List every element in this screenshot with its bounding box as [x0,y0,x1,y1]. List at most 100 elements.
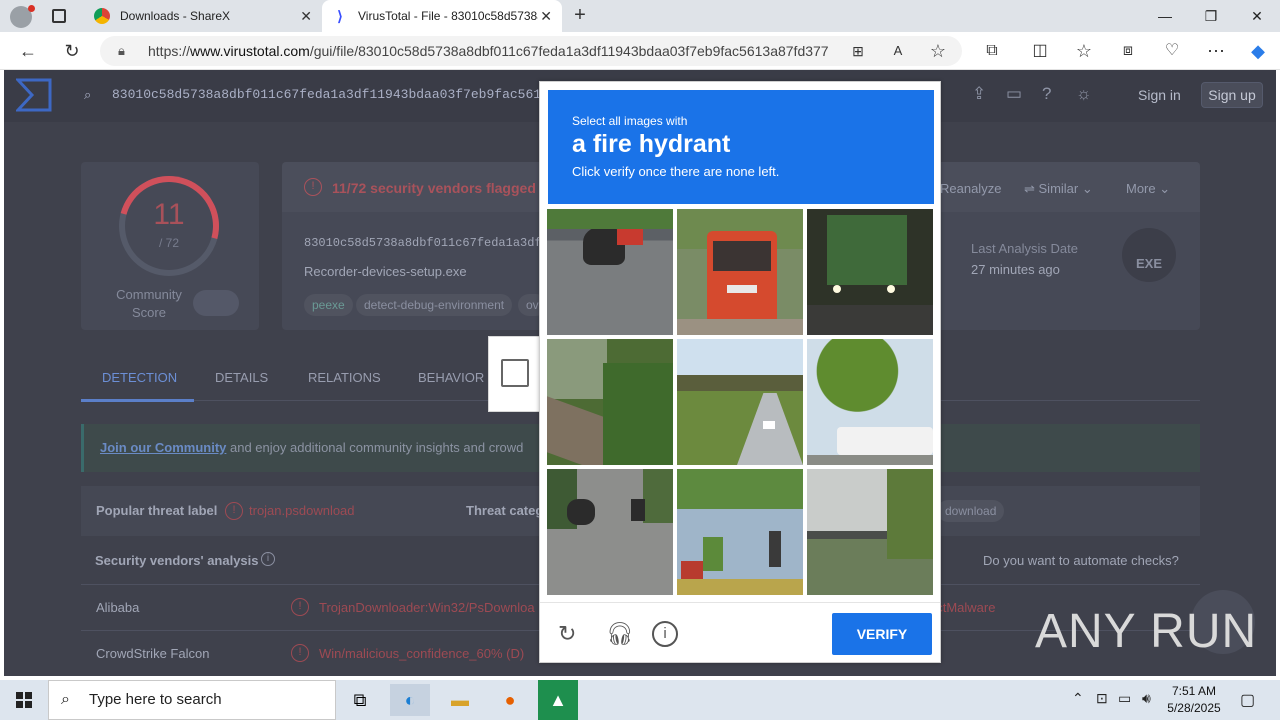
similar-button[interactable]: ⇌ Similar ⌄ [1024,181,1093,197]
back-icon[interactable]: ← [14,38,42,64]
chrome-icon [94,8,110,24]
tab-actions-icon[interactable] [52,9,66,23]
search-icon: ⌕ [61,691,70,708]
community-vote-toggle[interactable] [193,290,239,316]
detections-count: 11 [153,198,185,231]
captcha-tile-bins-cyclist[interactable] [677,469,803,595]
more-button[interactable]: More ⌄ [1126,181,1170,197]
tab-detection[interactable]: DETECTION [102,370,177,385]
file-hash[interactable]: 83010c58d5738a8dbf011c67feda1a3df1 [304,236,549,250]
reanalyze-button[interactable]: Reanalyze [940,181,1001,196]
verify-button[interactable]: VERIFY [832,613,932,655]
popular-threat-value[interactable]: trojan.psdownload [249,503,355,518]
captcha-tile-bus[interactable] [677,209,803,335]
url-prefix: https:// [148,43,191,59]
windows-logo-icon [16,692,32,708]
taskbar-search-box[interactable]: ⌕ Type here to search [48,680,336,720]
start-button[interactable] [0,680,48,720]
tray-app-icon[interactable]: ⊡ [1096,690,1108,707]
captcha-tile-street-bikes[interactable] [547,469,673,595]
file-explorer-icon[interactable]: ▬ [440,684,480,716]
info-icon[interactable]: i [652,621,678,647]
captcha-tile-bus-trees[interactable] [807,339,933,465]
browser-essentials-icon[interactable]: ♡ [1158,38,1186,64]
audio-challenge-icon[interactable]: 🎧︎ [606,621,634,647]
sign-in-link[interactable]: Sign in [1138,87,1181,103]
tag-chip[interactable]: peexe [304,294,353,316]
address-bar[interactable]: https://www.virustotal.com/gui/file/8301… [100,36,962,66]
vendor-name: Alibaba [96,600,140,615]
clock-time: 7:51 AM [1171,684,1217,698]
tag-chip[interactable]: detect-debug-environment [356,294,513,316]
vendors-analysis-label: Security vendors' analysis [95,553,259,568]
alert-icon: ! [291,598,309,616]
virustotal-logo-icon[interactable] [16,78,52,112]
taskbar-clock[interactable]: 7:51 AM 5/28/2025 [1164,683,1224,717]
new-tab-button[interactable]: + [568,4,592,28]
taskbar-search-placeholder: Type here to search [89,691,222,708]
favorite-star-icon[interactable]: ☆ [924,38,952,64]
browser-tab-bar: Downloads - ShareX ✕ ⟩ VirusTotal - File… [0,0,1280,32]
tab-relations[interactable]: RELATIONS [308,370,381,385]
community-banner-text: Join our Community and enjoy additional … [100,440,523,455]
sign-up-button[interactable]: Sign up [1201,82,1263,108]
minimize-button[interactable]: — [1142,0,1188,32]
vendor-result: TrojanDownloader:Win32/PsDownloa [319,600,535,615]
profile-notification-dot [28,5,35,12]
edge-taskbar-icon[interactable]: ◐ [390,684,430,716]
help-icon[interactable]: ? [1042,84,1051,104]
info-icon[interactable]: i [261,552,275,566]
settings-more-icon[interactable]: ⋯ [1202,38,1230,64]
active-tab-indicator [81,399,194,402]
close-tab-icon[interactable]: ✕ [300,8,312,25]
tab-behavior[interactable]: BEHAVIOR [418,370,484,385]
captcha-target: a fire hydrant [572,130,731,158]
family-tag[interactable]: download [937,500,1005,522]
captcha-tile-truck[interactable] [807,209,933,335]
lock-icon: 🔒︎ [118,43,125,58]
notification-center-icon[interactable]: ▢ [1240,690,1255,710]
firefox-icon[interactable]: ● [490,684,530,716]
notifications-icon[interactable]: ▭ [1006,84,1022,104]
tab-virustotal[interactable]: ⟩ VirusTotal - File - 83010c58d5738a ✕ [322,0,562,32]
reload-icon[interactable]: ↻ [58,38,86,64]
captcha-tile-river-bridge[interactable] [807,469,933,595]
network-icon[interactable]: ▭ [1118,690,1131,707]
copilot-icon[interactable]: ◆ [1244,38,1272,64]
automate-checks-link[interactable]: Do you want to automate checks? [983,553,1179,568]
captcha-instruction: Select all images with [572,114,688,128]
refresh-icon[interactable]: ↻ [558,621,576,647]
app-available-icon[interactable]: ⊞ [844,38,872,64]
restore-button[interactable]: ❐ [1188,0,1234,32]
extensions-icon[interactable]: ⧉ [978,38,1006,64]
favorites-icon[interactable]: ☆ [1070,38,1098,64]
alert-icon: ! [225,502,243,520]
read-aloud-icon[interactable]: A [884,38,912,64]
theme-icon[interactable]: ☼ [1076,84,1092,104]
captcha-tile-hillside[interactable] [547,339,673,465]
url-host: www.virustotal.com [190,43,310,59]
alert-icon: ! [291,644,309,662]
volume-icon[interactable]: 🔊︎ [1142,690,1151,707]
app-taskbar-icon[interactable]: ▲ [538,680,578,720]
close-tab-icon[interactable]: ✕ [540,8,552,25]
last-analysis-label: Last Analysis Date [971,241,1078,256]
more-label: More [1126,181,1156,196]
close-window-button[interactable]: ✕ [1234,0,1280,32]
vendor-result: Win/malicious_confidence_60% (D) [319,646,525,661]
vendor-name: CrowdStrike Falcon [96,646,210,661]
upload-icon[interactable]: ⇪ [972,84,986,104]
captcha-tile-motorbike[interactable] [547,209,673,335]
tray-overflow-icon[interactable]: ⌃ [1072,690,1084,707]
collections-icon[interactable]: ⧈ [1114,38,1142,64]
join-community-link[interactable]: Join our Community [100,440,226,455]
task-view-icon[interactable]: ⧉ [340,684,380,716]
detections-total: / 72 [158,236,179,250]
community-text: and enjoy additional community insights … [226,440,524,455]
split-screen-icon[interactable]: ◫ [1026,38,1054,64]
tab-title: VirusTotal - File - 83010c58d5738a [358,9,538,23]
captcha-checkbox[interactable] [501,359,529,387]
tab-details[interactable]: DETAILS [215,370,268,385]
captcha-tile-bridge[interactable] [677,339,803,465]
tab-downloads-sharex[interactable]: Downloads - ShareX ✕ [84,0,322,32]
